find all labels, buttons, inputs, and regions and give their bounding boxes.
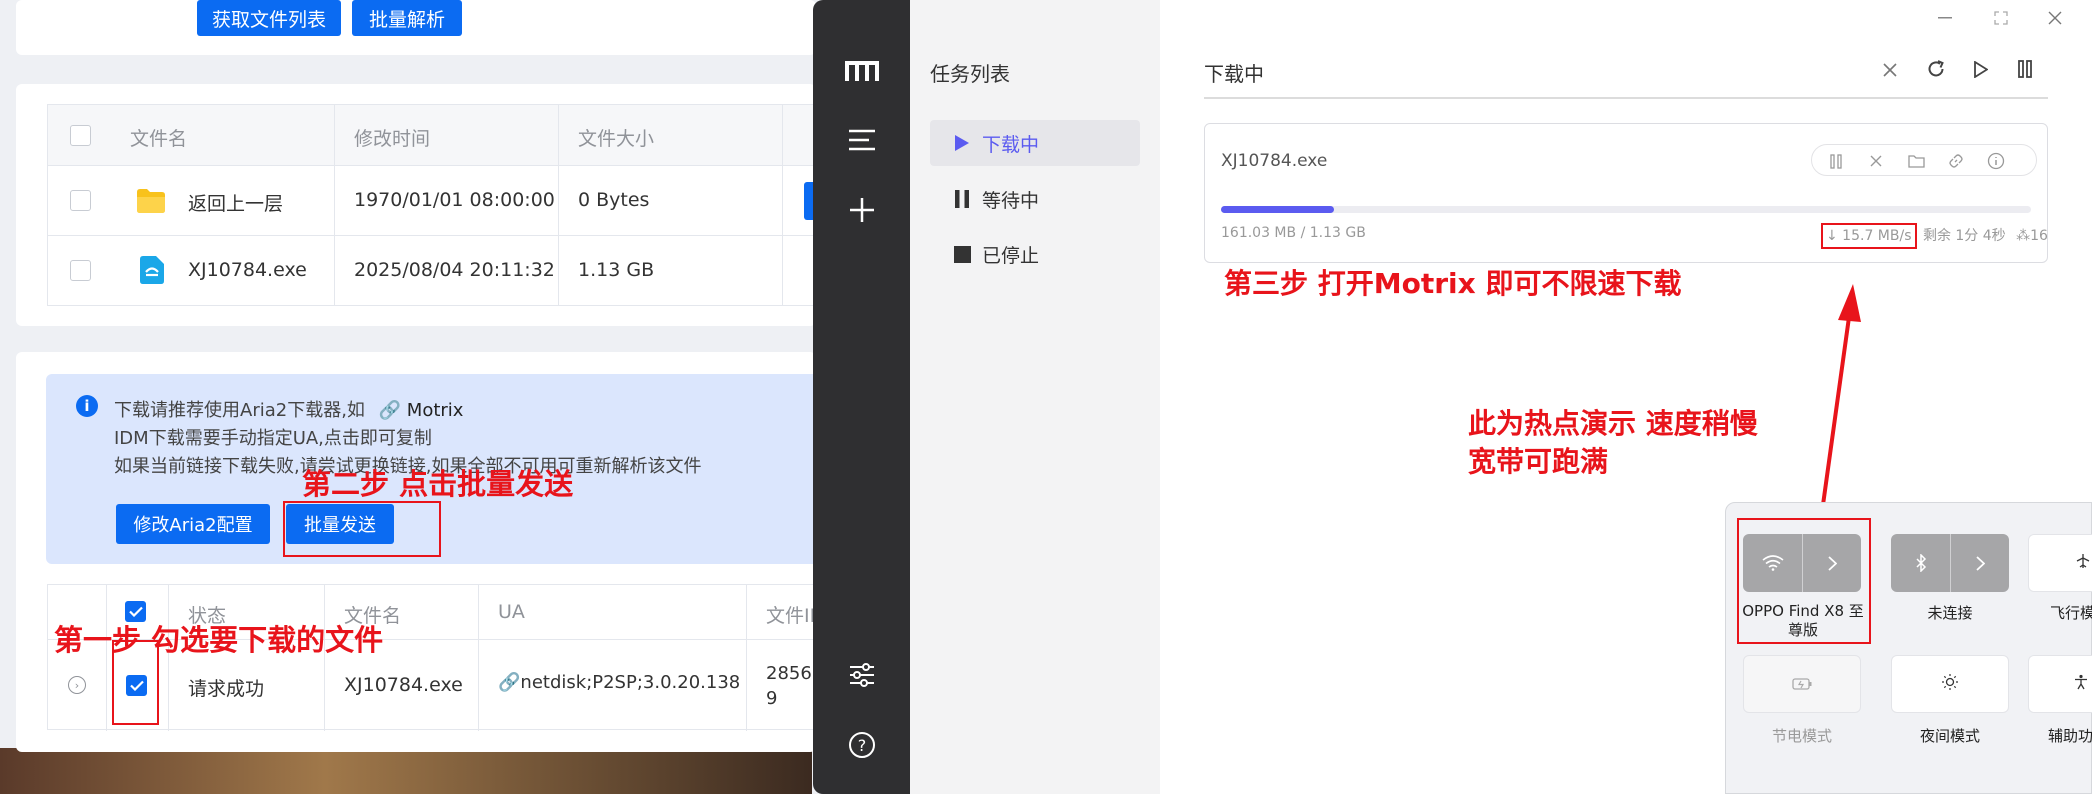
task-delete-icon[interactable] bbox=[1866, 151, 1886, 171]
col-file-size: 文件大小 bbox=[578, 128, 655, 150]
play-icon bbox=[942, 135, 982, 151]
top-toolbar-card: 获取文件列表 批量解析 bbox=[16, 0, 816, 55]
row-checkbox[interactable] bbox=[70, 260, 91, 281]
connections-icon: ⁂ bbox=[2016, 228, 2031, 244]
help-icon[interactable]: ? bbox=[813, 720, 910, 770]
annotation-step3: 第三步 打开Motrix 即可不限速下载 bbox=[1224, 267, 1682, 300]
task-folder-icon[interactable] bbox=[1906, 151, 1926, 171]
menu-stopped[interactable]: 已停止 bbox=[930, 231, 1140, 277]
motrix-link[interactable]: 🔗 Motrix bbox=[379, 400, 464, 421]
night-light-icon bbox=[1941, 673, 1959, 695]
svg-text:?: ? bbox=[857, 736, 866, 755]
battery-saver-icon bbox=[1792, 675, 1812, 694]
file-name[interactable]: 返回上一层 bbox=[188, 189, 283, 216]
progress-fill bbox=[1221, 206, 1334, 213]
time-remaining: 剩余 1分 4秒 bbox=[1922, 228, 2006, 244]
col-modified-time: 修改时间 bbox=[354, 128, 431, 150]
annotation-step2: 第二步 点击批量发送 bbox=[302, 467, 574, 501]
minimize-icon[interactable] bbox=[1930, 6, 1960, 30]
preferences-icon[interactable] bbox=[813, 650, 910, 700]
night-light-tile[interactable] bbox=[1891, 655, 2009, 713]
airplane-label: 飞行模 bbox=[2050, 604, 2092, 622]
file-size: 1.13 GB bbox=[578, 259, 655, 281]
expand-row-icon[interactable]: › bbox=[68, 676, 86, 694]
add-task-icon[interactable] bbox=[813, 185, 910, 235]
result-status: 请求成功 bbox=[188, 678, 265, 700]
task-list-title: 任务列表 bbox=[930, 62, 1010, 86]
airplane-tile[interactable] bbox=[2028, 534, 2092, 592]
resume-all-icon[interactable] bbox=[1968, 56, 1994, 82]
notice-line-2[interactable]: IDM下载需要手动指定UA,点击即可复制 bbox=[114, 424, 432, 450]
file-table-header: 文件名 修改时间 文件大小 bbox=[47, 104, 827, 167]
task-info-icon[interactable] bbox=[1986, 151, 2006, 171]
quick-settings-panel: OPPO Find X8 至尊版 未连接 飞行模 节电模式 夜间模式 辅助功 bbox=[1725, 502, 2092, 794]
file-table-card: 文件名 修改时间 文件大小 返回上一层 1970/01/01 08:00:00 … bbox=[16, 84, 828, 326]
night-light-label: 夜间模式 bbox=[1919, 727, 1980, 745]
bluetooth-expand-icon[interactable] bbox=[1951, 534, 2009, 592]
annotation-hotspot: 此为热点演示 速度稍慢 宽带可跑满 bbox=[1468, 407, 1758, 478]
select-all-checkbox[interactable] bbox=[70, 125, 91, 146]
task-card[interactable]: XJ10784.exe 161.03 MB / 1.13 GB ↓ 15.7 M… bbox=[1204, 123, 2048, 263]
pause-all-icon[interactable] bbox=[2012, 56, 2038, 82]
refresh-icon[interactable] bbox=[1923, 56, 1949, 82]
bluetooth-tile[interactable] bbox=[1891, 534, 2009, 592]
menu-waiting[interactable]: 等待中 bbox=[930, 176, 1140, 222]
info-icon: i bbox=[76, 395, 98, 417]
delete-tasks-icon[interactable] bbox=[1878, 58, 1902, 82]
download-speed: ↓ 15.7 MB/s bbox=[1821, 223, 1917, 249]
task-link-icon[interactable] bbox=[1946, 151, 1966, 171]
file-size: 0 Bytes bbox=[578, 189, 650, 211]
connections-count: 16 bbox=[2030, 228, 2048, 244]
bluetooth-icon[interactable] bbox=[1891, 534, 1950, 592]
stop-icon bbox=[942, 245, 982, 263]
table-row[interactable]: XJ10784.exe 2025/08/04 20:11:32 1.13 GB bbox=[47, 236, 827, 306]
annotation-step1: 第一步 勾选要下载的文件 bbox=[54, 623, 384, 657]
batch-send-highlight bbox=[283, 501, 441, 557]
task-action-bar bbox=[1811, 144, 2037, 176]
task-pause-icon[interactable] bbox=[1826, 151, 1846, 171]
battery-saver-tile[interactable] bbox=[1743, 655, 1861, 713]
wifi-tile-highlight bbox=[1737, 518, 1871, 644]
file-icon bbox=[140, 256, 164, 288]
task-filename: XJ10784.exe bbox=[1221, 151, 1328, 171]
col-ua: UA bbox=[498, 601, 525, 623]
annotation-arrow bbox=[1820, 284, 1861, 513]
file-time: 2025/08/04 20:11:32 bbox=[354, 259, 555, 281]
table-row[interactable]: 返回上一层 1970/01/01 08:00:00 0 Bytes bbox=[47, 166, 828, 236]
row-checkbox[interactable] bbox=[70, 190, 91, 211]
batch-parse-button[interactable]: 批量解析 bbox=[352, 0, 462, 36]
progress-text: 161.03 MB / 1.13 GB bbox=[1221, 225, 1366, 241]
ua-link[interactable]: 🔗netdisk;P2SP;3.0.20.138 bbox=[498, 672, 740, 693]
menu-downloading[interactable]: 下载中 bbox=[930, 120, 1140, 166]
file-time: 1970/01/01 08:00:00 bbox=[354, 189, 555, 211]
battery-saver-label: 节电模式 bbox=[1771, 727, 1832, 745]
motrix-sidebar: ? bbox=[813, 0, 910, 794]
close-window-icon[interactable] bbox=[2040, 6, 2070, 30]
task-list-icon[interactable] bbox=[813, 115, 910, 165]
pause-icon bbox=[942, 190, 982, 208]
modify-aria2-button[interactable]: 修改Aria2配置 bbox=[116, 504, 270, 544]
motrix-logo-icon bbox=[813, 45, 910, 95]
folder-icon bbox=[136, 188, 166, 218]
accessibility-label: 辅助功 bbox=[2048, 727, 2092, 745]
progress-track bbox=[1221, 206, 2031, 213]
accessibility-tile[interactable] bbox=[2028, 655, 2092, 713]
result-filename: XJ10784.exe bbox=[344, 674, 463, 696]
file-name[interactable]: XJ10784.exe bbox=[188, 259, 307, 281]
maximize-icon[interactable] bbox=[1986, 6, 2016, 30]
accessibility-icon bbox=[2073, 674, 2089, 694]
task-stats: ↓ 15.7 MB/s 剩余 1分 4秒 ⁂16 bbox=[1821, 223, 2048, 249]
col-filename: 文件名 bbox=[130, 128, 188, 150]
main-title: 下载中 bbox=[1204, 62, 1264, 86]
airplane-icon bbox=[2075, 553, 2091, 573]
get-file-list-button[interactable]: 获取文件列表 bbox=[197, 0, 341, 36]
bluetooth-label: 未连接 bbox=[1927, 604, 1973, 622]
notice-line-1: 下载请推荐使用Aria2下载器,如 🔗 Motrix bbox=[114, 400, 464, 421]
desktop-wallpaper bbox=[0, 748, 812, 794]
